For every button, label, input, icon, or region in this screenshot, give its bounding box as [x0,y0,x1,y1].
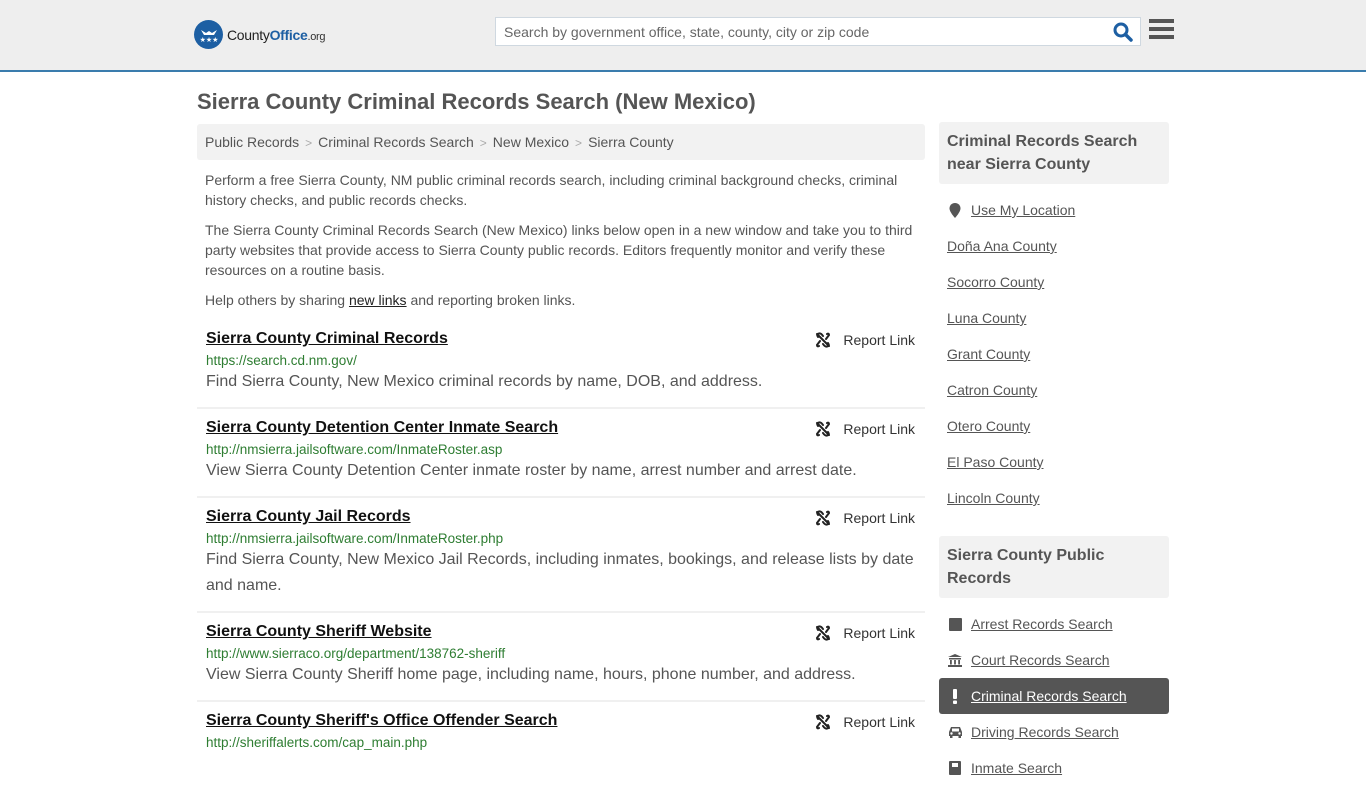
report-link-button[interactable]: Report Link [815,625,915,641]
breadcrumb-separator: > [575,136,583,150]
eagle-logo-icon: ★★★ [194,20,223,49]
courthouse-icon [947,653,963,667]
result-url: http://sheriffalerts.com/cap_main.php [206,735,428,750]
result-url: http://www.sierraco.org/department/13876… [206,646,506,661]
nearby-county-link[interactable]: Luna County [939,300,1169,336]
logo-text-county: County [227,26,270,43]
breadcrumb-sierra-county[interactable]: Sierra County [588,134,674,150]
broken-link-icon [816,421,831,437]
result-item: Sierra County Detention Center Inmate Se… [197,409,925,498]
sidebar-item-driving-records[interactable]: Driving Records Search [939,714,1169,750]
report-link-button[interactable]: Report Link [815,510,915,526]
result-item: Sierra County Sheriff's Office Offender … [197,702,925,762]
result-title-link[interactable]: Sierra County Sheriff's Office Offender … [206,712,557,730]
menu-icon-bar [1149,35,1174,39]
intro-paragraph-2: The Sierra County Criminal Records Searc… [205,222,913,278]
breadcrumb-public-records[interactable]: Public Records [205,134,299,150]
nearby-county-link[interactable]: Grant County [939,336,1169,372]
breadcrumb-separator: > [479,136,487,150]
result-title-link[interactable]: Sierra County Sheriff Website [206,623,432,641]
use-my-location-item[interactable]: Use My Location [939,192,1169,228]
sidebar-item-inmate-search[interactable]: Inmate Search [939,750,1169,786]
public-records-list: Arrest Records Search Court Records Sear… [939,598,1169,786]
nearby-heading: Criminal Records Search near Sierra Coun… [939,122,1169,184]
svg-text:★★★: ★★★ [199,36,218,44]
result-item: Sierra County Criminal Records Report Li… [197,320,925,409]
new-links-link[interactable]: new links [349,292,407,308]
square-icon [947,617,963,631]
nearby-county-link[interactable]: Otero County [939,408,1169,444]
search-button[interactable] [1112,21,1134,43]
result-url: https://search.cd.nm.gov/ [206,353,357,368]
logo-text-office: Office [269,26,308,43]
intro-text: Perform a free Sierra County, NM public … [205,170,920,320]
nearby-list: Use My Location Doña Ana County Socorro … [939,184,1169,516]
result-item: Sierra County Jail Records Report Link h… [197,498,925,613]
exclamation-icon [947,688,963,704]
logo-text-org: .org [307,30,326,43]
search-box [495,17,1141,46]
search-icon [1113,22,1133,42]
search-input[interactable] [504,18,1104,45]
result-title-link[interactable]: Sierra County Detention Center Inmate Se… [206,419,558,437]
sidebar-item-arrest-records[interactable]: Arrest Records Search [939,606,1169,642]
result-description: View Sierra County Sheriff home page, in… [206,666,856,683]
nearby-county-link[interactable]: Socorro County [939,264,1169,300]
car-icon [947,726,963,738]
result-description: View Sierra County Detention Center inma… [206,462,857,479]
sidebar-item-criminal-records[interactable]: Criminal Records Search [939,678,1169,714]
results-list: Sierra County Criminal Records Report Li… [197,320,925,762]
nearby-county-link[interactable]: Doña Ana County [939,228,1169,264]
result-url: http://nmsierra.jailsoftware.com/InmateR… [206,531,504,546]
result-url: http://nmsierra.jailsoftware.com/InmateR… [206,442,503,457]
hamburger-menu-button[interactable] [1149,19,1175,41]
result-title-link[interactable]: Sierra County Criminal Records [206,330,448,348]
public-records-heading: Sierra County Public Records [939,536,1169,598]
report-link-button[interactable]: Report Link [815,714,915,730]
breadcrumb-new-mexico[interactable]: New Mexico [493,134,569,150]
broken-link-icon [816,625,831,641]
inmate-icon [947,761,963,775]
result-description: Find Sierra County, New Mexico Jail Reco… [206,551,914,594]
intro-paragraph-1: Perform a free Sierra County, NM public … [205,172,898,208]
page-title: Sierra County Criminal Records Search (N… [197,89,756,114]
result-title-link[interactable]: Sierra County Jail Records [206,508,411,526]
nearby-county-link[interactable]: Catron County [939,372,1169,408]
breadcrumb: Public Records > Criminal Records Search > N… [197,124,925,160]
nearby-county-link[interactable]: El Paso County [939,444,1169,480]
site-header: ★★★ CountyOffice.org [0,0,1366,72]
intro-paragraph-3: Help others by sharing new links and rep… [205,292,576,308]
map-pin-icon [947,202,963,218]
breadcrumb-separator: > [305,136,313,150]
site-logo[interactable]: ★★★ CountyOffice.org [194,20,326,49]
sidebar-item-court-records[interactable]: Court Records Search [939,642,1169,678]
report-link-button[interactable]: Report Link [815,332,915,348]
result-description: Find Sierra County, New Mexico criminal … [206,373,763,390]
broken-link-icon [816,332,831,348]
report-link-button[interactable]: Report Link [815,421,915,437]
menu-icon-bar [1149,27,1174,31]
sidebar: Criminal Records Search near Sierra Coun… [939,122,1169,786]
nearby-county-link[interactable]: Lincoln County [939,480,1169,516]
menu-icon-bar [1149,19,1174,23]
result-item: Sierra County Sheriff Website Report Lin… [197,613,925,702]
broken-link-icon [816,714,831,730]
broken-link-icon [816,510,831,526]
breadcrumb-criminal-records-search[interactable]: Criminal Records Search [318,134,474,150]
